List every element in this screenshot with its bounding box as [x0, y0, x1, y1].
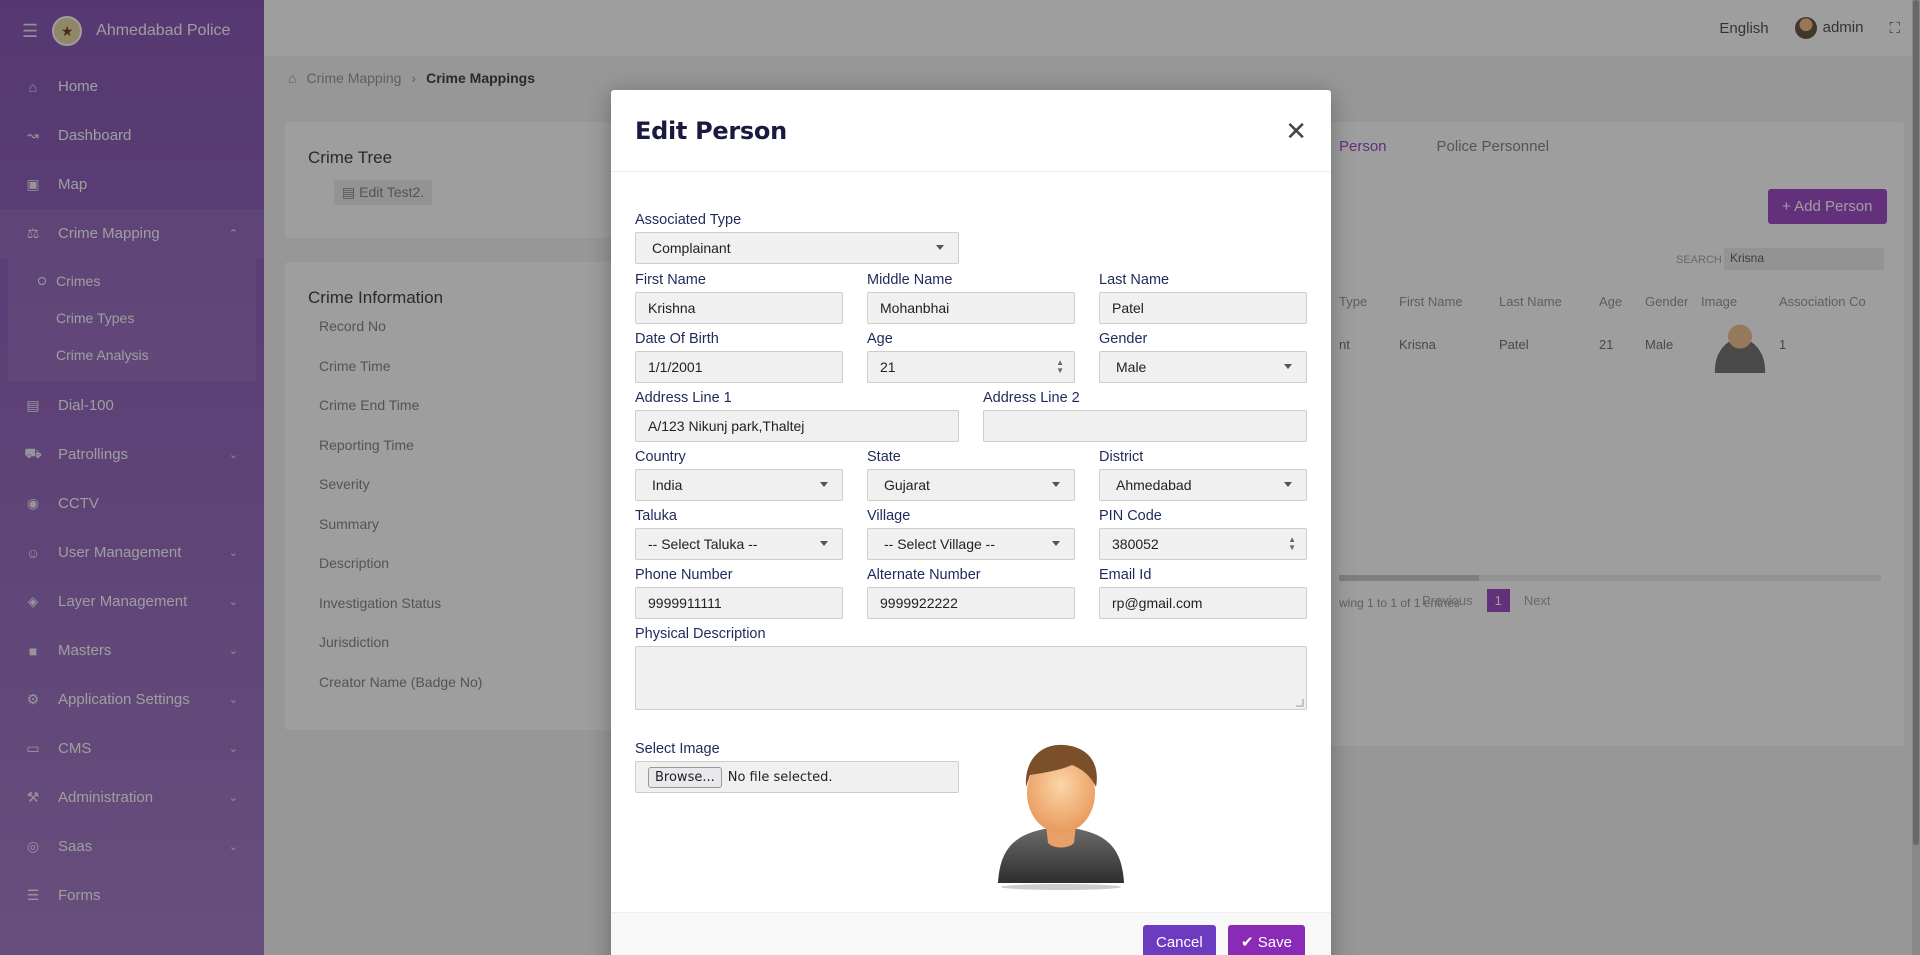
pin-code-value: 380052: [1112, 536, 1159, 552]
number-spinner-icon[interactable]: ▲ ▼: [1288, 536, 1296, 552]
village-field: Village -- Select Village --: [867, 508, 1075, 560]
last-name-input[interactable]: Patel: [1099, 292, 1307, 324]
address-line-2-label: Address Line 2: [983, 390, 1080, 406]
last-name-label: Last Name: [1099, 272, 1170, 288]
address-line-1-field: Address Line 1 A/123 Nikunj park,Thaltej: [635, 390, 959, 442]
select-image-field: Select Image Browse... No file selected.: [635, 741, 959, 793]
dropdown-caret-icon: [1052, 541, 1060, 546]
physical-description-label: Physical Description: [635, 626, 766, 642]
gender-field: Gender Male: [1099, 331, 1307, 383]
dropdown-caret-icon: [1052, 482, 1060, 487]
check-icon: ✔: [1241, 934, 1254, 951]
village-value: -- Select Village --: [884, 536, 996, 552]
person-avatar-image: [998, 744, 1124, 890]
phone-field: Phone Number 9999911111: [635, 567, 843, 619]
dropdown-caret-icon: [936, 245, 944, 250]
save-button[interactable]: ✔ Save: [1228, 925, 1305, 955]
phone-input[interactable]: 9999911111: [635, 587, 843, 619]
associated-type-label: Associated Type: [635, 212, 742, 228]
gender-label: Gender: [1099, 331, 1148, 347]
file-status: No file selected.: [727, 769, 833, 785]
taluka-value: -- Select Taluka --: [648, 536, 758, 552]
modal-header: Edit Person ✕: [611, 90, 1331, 172]
gender-value: Male: [1116, 359, 1147, 375]
address-line-2-field: Address Line 2: [983, 390, 1307, 442]
alternate-number-input[interactable]: 9999922222: [867, 587, 1075, 619]
dropdown-caret-icon: [1284, 364, 1292, 369]
taluka-field: Taluka -- Select Taluka --: [635, 508, 843, 560]
dob-label: Date Of Birth: [635, 331, 719, 347]
first-name-field: First Name Krishna: [635, 272, 843, 324]
gender-select[interactable]: Male: [1099, 351, 1307, 383]
first-name-label: First Name: [635, 272, 706, 288]
edit-person-modal: Edit Person ✕ Associated Type Complainan…: [611, 90, 1331, 955]
select-image-label: Select Image: [635, 741, 720, 757]
district-select[interactable]: Ahmedabad: [1099, 469, 1307, 501]
country-select[interactable]: India: [635, 469, 843, 501]
dob-input[interactable]: 1/1/2001: [635, 351, 843, 383]
village-select[interactable]: -- Select Village --: [867, 528, 1075, 560]
associated-type-value: Complainant: [652, 240, 731, 256]
resize-grip-icon[interactable]: [1296, 699, 1304, 707]
state-value: Gujarat: [884, 477, 930, 493]
first-name-input[interactable]: Krishna: [635, 292, 843, 324]
physical-description-textarea[interactable]: [635, 646, 1307, 710]
last-name-field: Last Name Patel: [1099, 272, 1307, 324]
district-field: District Ahmedabad: [1099, 449, 1307, 501]
associated-type-field: Associated Type Complainant: [635, 212, 959, 264]
file-input[interactable]: Browse... No file selected.: [635, 761, 959, 793]
address-line-2-input[interactable]: [983, 410, 1307, 442]
dropdown-caret-icon: [1284, 482, 1292, 487]
state-field: State Gujarat: [867, 449, 1075, 501]
middle-name-label: Middle Name: [867, 272, 953, 288]
district-value: Ahmedabad: [1116, 477, 1192, 493]
phone-label: Phone Number: [635, 567, 733, 583]
email-input[interactable]: rp@gmail.com: [1099, 587, 1307, 619]
age-value: 21: [880, 359, 896, 375]
taluka-label: Taluka: [635, 508, 677, 524]
dropdown-caret-icon: [820, 482, 828, 487]
pin-code-input[interactable]: 380052 ▲ ▼: [1099, 528, 1307, 560]
browse-button[interactable]: Browse...: [648, 766, 722, 788]
modal-footer: Cancel ✔ Save: [611, 912, 1331, 955]
age-input[interactable]: 21 ▲ ▼: [867, 351, 1075, 383]
close-icon[interactable]: ✕: [1285, 118, 1307, 144]
email-field: Email Id rp@gmail.com: [1099, 567, 1307, 619]
age-field: Age 21 ▲ ▼: [867, 331, 1075, 383]
save-label: Save: [1257, 934, 1292, 951]
pin-code-field: PIN Code 380052 ▲ ▼: [1099, 508, 1307, 560]
alternate-number-label: Alternate Number: [867, 567, 981, 583]
address-line-1-label: Address Line 1: [635, 390, 732, 406]
district-label: District: [1099, 449, 1144, 465]
middle-name-input[interactable]: Mohanbhai: [867, 292, 1075, 324]
state-select[interactable]: Gujarat: [867, 469, 1075, 501]
age-label: Age: [867, 331, 893, 347]
country-field: Country India: [635, 449, 843, 501]
taluka-select[interactable]: -- Select Taluka --: [635, 528, 843, 560]
village-label: Village: [867, 508, 911, 524]
address-line-1-input[interactable]: A/123 Nikunj park,Thaltej: [635, 410, 959, 442]
alternate-number-field: Alternate Number 9999922222: [867, 567, 1075, 619]
country-label: Country: [635, 449, 686, 465]
physical-description-field: Physical Description: [635, 626, 1307, 710]
middle-name-field: Middle Name Mohanbhai: [867, 272, 1075, 324]
modal-title: Edit Person: [635, 116, 787, 145]
state-label: State: [867, 449, 901, 465]
associated-type-select[interactable]: Complainant: [635, 232, 959, 264]
dob-field: Date Of Birth 1/1/2001: [635, 331, 843, 383]
email-label: Email Id: [1099, 567, 1152, 583]
cancel-button[interactable]: Cancel: [1143, 925, 1216, 955]
country-value: India: [652, 477, 683, 493]
pin-code-label: PIN Code: [1099, 508, 1162, 524]
dropdown-caret-icon: [820, 541, 828, 546]
number-spinner-icon[interactable]: ▲ ▼: [1056, 359, 1064, 375]
